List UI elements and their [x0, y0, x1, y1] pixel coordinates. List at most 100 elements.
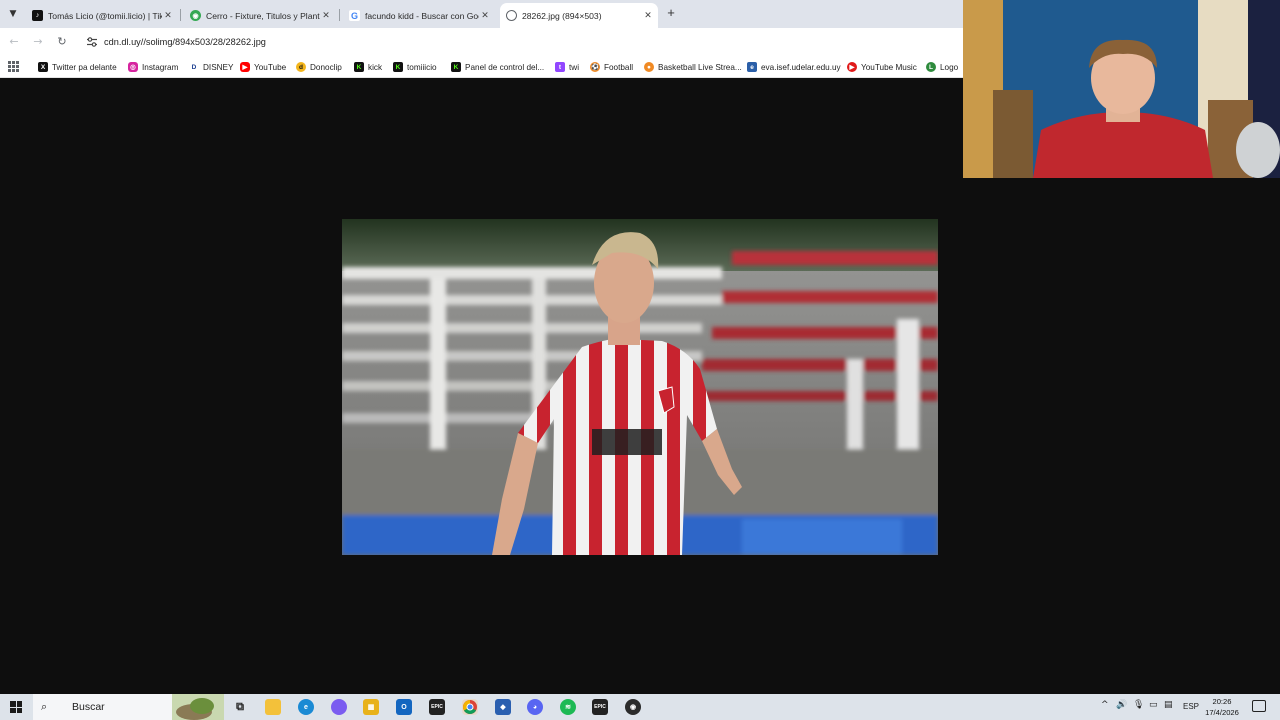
bookmark-disney[interactable]: D DISNEY	[189, 60, 233, 74]
tab-image-active[interactable]: 28262.jpg (894×503) ✕	[500, 3, 658, 28]
tab-google-search[interactable]: G facundo kidd - Buscar con Google ✕	[343, 3, 495, 28]
close-icon[interactable]: ✕	[320, 11, 332, 21]
tab-cerro[interactable]: ◉ Cerro - Fixture, Titulos y Plantel ✕	[184, 3, 336, 28]
bookmark-eva[interactable]: e eva.isef.udelar.edu.uy	[747, 60, 841, 74]
file-explorer-icon[interactable]	[265, 699, 281, 715]
edge-icon[interactable]: e	[298, 699, 314, 715]
bookmark-label: kick	[368, 62, 383, 72]
bookmark-youtube-music[interactable]: ▶ YouTube Music	[847, 60, 917, 74]
tab-title: facundo kidd - Buscar con Google	[365, 10, 479, 21]
volume-icon[interactable]: 🔊	[1116, 700, 1127, 710]
tab-search-chevron-icon[interactable]: ▼	[5, 6, 21, 22]
youtube-music-icon: ▶	[847, 62, 857, 72]
bookmark-label: tomiiicio	[407, 62, 437, 72]
search-label: Buscar	[72, 701, 105, 713]
bookmark-label: Panel de control del...	[465, 62, 545, 72]
instagram-icon: ◎	[128, 62, 138, 72]
tab-title: Cerro - Fixture, Titulos y Plantel	[206, 10, 320, 21]
system-clock[interactable]: 20:26 17/4/2026	[1200, 696, 1244, 718]
chrome-icon[interactable]	[462, 699, 478, 715]
browser-toolbar: ← → ↻ cdn.dl.uy//solimg/894x503/28/28262…	[0, 28, 963, 56]
epic-games-icon-2[interactable]: EPIC	[592, 699, 608, 715]
kick-icon: K	[354, 62, 364, 72]
globe-icon	[506, 10, 517, 21]
bookmark-youtube[interactable]: ▶ YouTube	[240, 60, 286, 74]
bookmark-label: DISNEY	[203, 62, 234, 72]
bookmark-label: Twitter pa delante	[52, 62, 117, 72]
logo-icon: L	[926, 62, 936, 72]
bookmark-label: Donoclip	[310, 62, 342, 72]
donoclip-icon: d	[296, 62, 306, 72]
tab-tiktok[interactable]: ♪ Tomás Licio (@tomii.licio) | TikTok ✕	[26, 3, 178, 28]
disney-icon: D	[189, 62, 199, 72]
bookmark-label: eva.isef.udelar.edu.uy	[761, 62, 841, 72]
bookmark-label: Instagram	[142, 62, 179, 72]
x-icon: X	[38, 62, 48, 72]
new-tab-plus-icon[interactable]: +	[664, 6, 678, 20]
bookmarks-bar: X Twitter pa delante ◎ Instagram D DISNE…	[0, 56, 963, 78]
battery-icon[interactable]: ▭	[1149, 700, 1158, 710]
tiktok-icon: ♪	[32, 10, 43, 21]
apps-grid-icon[interactable]	[8, 61, 19, 72]
footballer-photo	[342, 219, 938, 555]
bookmark-label: YouTube Music	[861, 62, 917, 72]
discord-icon[interactable]: ◕	[527, 699, 543, 715]
chrome-logo-icon	[463, 700, 477, 714]
forward-arrow-icon[interactable]: →	[31, 35, 45, 49]
bookmark-twitch[interactable]: t twi	[555, 60, 579, 74]
youtube-icon: ▶	[240, 62, 250, 72]
notification-center-icon[interactable]	[1252, 700, 1266, 712]
bookmark-kick[interactable]: K kick	[354, 60, 382, 74]
outlook-icon[interactable]: O	[396, 699, 412, 715]
bookmark-label: Football	[604, 62, 634, 72]
copilot-icon[interactable]	[331, 699, 347, 715]
microphone-icon[interactable]: 🎙	[1133, 700, 1144, 710]
reload-icon[interactable]: ↻	[55, 35, 69, 49]
shield-app-icon[interactable]: ◆	[495, 699, 511, 715]
bookmark-label: Basketball Live Strea...	[658, 62, 742, 72]
tab-title: Tomás Licio (@tomii.licio) | TikTok	[48, 10, 162, 21]
eva-icon: e	[747, 62, 757, 72]
language-indicator[interactable]: ESP	[1183, 702, 1199, 711]
bookmark-instagram[interactable]: ◎ Instagram	[128, 60, 178, 74]
google-icon: G	[349, 10, 360, 21]
bookmark-football[interactable]: ⚽ Football	[590, 60, 633, 74]
bookmark-basketball[interactable]: ● Basketball Live Strea...	[644, 60, 742, 74]
spotify-icon[interactable]: ≋	[560, 699, 576, 715]
store-icon[interactable]: ▦	[363, 699, 379, 715]
bookmark-label: YouTube	[254, 62, 287, 72]
bookmark-label: twi	[569, 62, 580, 72]
epic-games-icon[interactable]: EPIC	[429, 699, 445, 715]
bookmark-tomiiicio[interactable]: K tomiiicio	[393, 60, 437, 74]
clock-date: 17/4/2026	[1205, 708, 1239, 717]
bookmark-panel-control[interactable]: K Panel de control del...	[451, 60, 544, 74]
displayed-image[interactable]	[342, 219, 938, 555]
bookmark-logo[interactable]: L Logo	[926, 60, 958, 74]
football-icon: ⚽	[590, 62, 600, 72]
close-icon[interactable]: ✕	[642, 11, 654, 21]
obs-icon[interactable]: ◉	[625, 699, 641, 715]
tray-chevron-up-icon[interactable]: ^	[1101, 700, 1109, 710]
network-icon[interactable]: ▤	[1164, 700, 1173, 710]
search-icon: ⌕	[41, 700, 48, 713]
bookmark-twitter[interactable]: X Twitter pa delante	[38, 60, 117, 74]
address-bar-url[interactable]: cdn.dl.uy//solimg/894x503/28/28262.jpg	[104, 37, 266, 47]
windows-taskbar: ⌕ Buscar ⧉ e ▦ O EPIC ◆ ◕ ≋ EPIC ◉ ^ 🔊 🎙…	[0, 694, 1280, 720]
site-info-icon[interactable]	[86, 36, 98, 48]
globe-icon: ◉	[190, 10, 201, 21]
desktop-background-strip	[963, 178, 1280, 694]
windows-start-icon[interactable]	[10, 701, 22, 713]
task-view-icon[interactable]: ⧉	[232, 699, 248, 715]
kick-icon: K	[451, 62, 461, 72]
close-icon[interactable]: ✕	[479, 11, 491, 21]
taskbar-search-box[interactable]: ⌕ Buscar	[33, 694, 224, 720]
tab-title: 28262.jpg (894×503)	[522, 10, 602, 21]
back-arrow-icon[interactable]: ←	[7, 35, 21, 49]
basketball-icon: ●	[644, 62, 654, 72]
close-icon[interactable]: ✕	[162, 11, 174, 21]
twitch-icon: t	[555, 62, 565, 72]
streamer-webcam-feed	[963, 0, 1280, 178]
bookmark-donoclip[interactable]: d Donoclip	[296, 60, 342, 74]
kick-icon: K	[393, 62, 403, 72]
clock-time: 20:26	[1212, 697, 1232, 706]
